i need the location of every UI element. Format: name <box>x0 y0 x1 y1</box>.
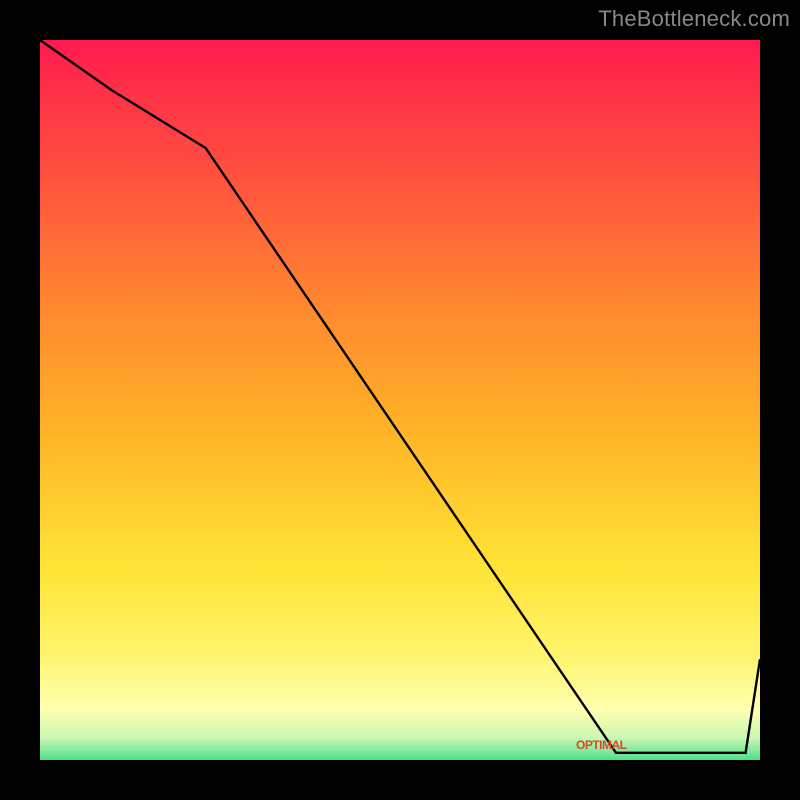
attribution-text: TheBottleneck.com <box>598 6 790 32</box>
chart-plot-area: OPTIMAL <box>40 40 760 760</box>
chart-svg: OPTIMAL <box>40 40 760 760</box>
bottleneck-curve <box>40 40 760 753</box>
optimal-annotation: OPTIMAL <box>576 738 627 752</box>
